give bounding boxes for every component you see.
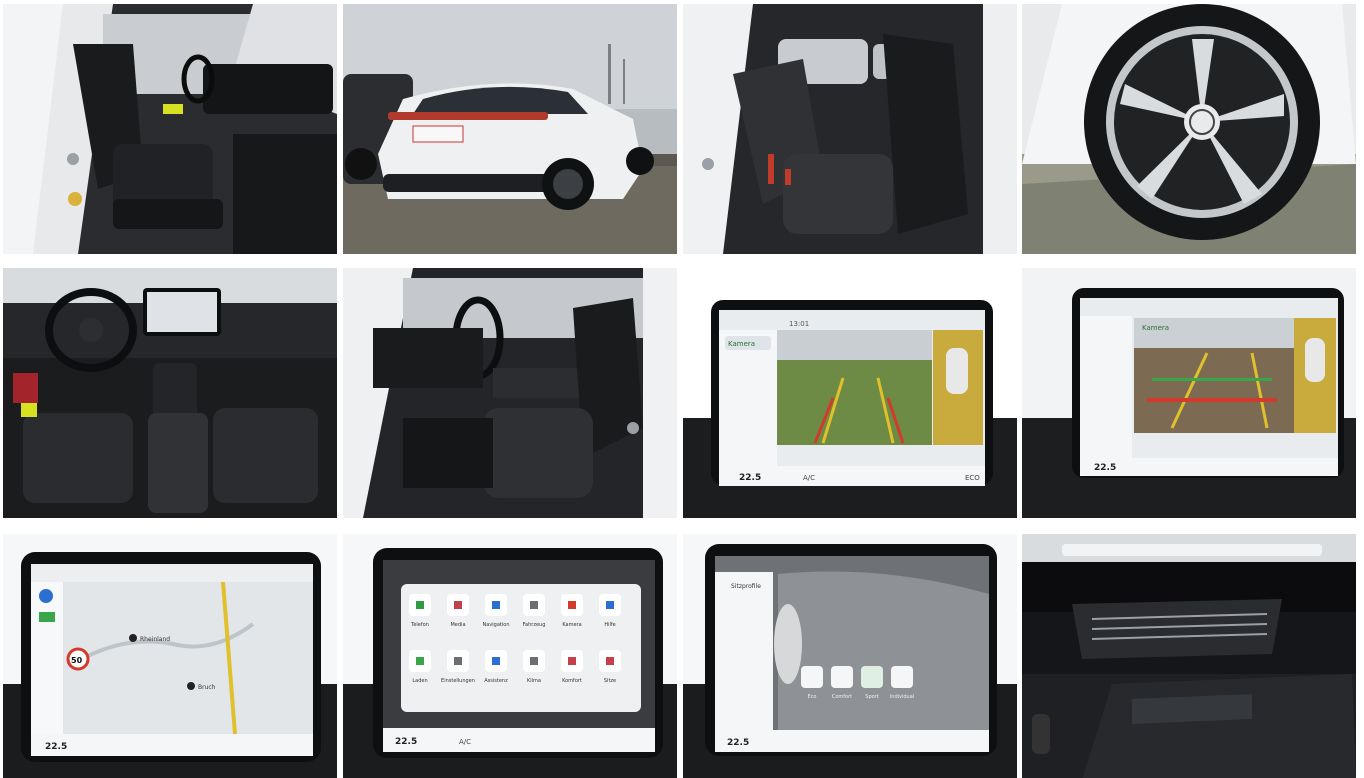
front-seat-image [3, 4, 337, 254]
rear-seats-image [683, 4, 1017, 254]
dashboard-image [3, 268, 337, 518]
app-glyph-icon [530, 657, 538, 665]
temp-readout-3: 22.5 [45, 742, 67, 752]
rear-exterior-image [343, 4, 677, 254]
map-place-1: Rheinland [140, 636, 170, 643]
camera-title: Kamera [728, 340, 755, 348]
app-tile-label: Kamera [562, 622, 581, 628]
app-tile-label: Klima [527, 678, 541, 684]
app-tile-label: Telefon [410, 622, 429, 628]
seat-settings-image: Sitzprofile Eco Comfort Sport Individual 22… [683, 534, 1017, 778]
app-menu-image: Telefon Media Navigation Fahrzeug Kamera Hilf… [343, 534, 677, 778]
app-glyph-icon [454, 601, 462, 609]
app-tile-label: Hilfe [604, 622, 615, 628]
photo-gallery: 22.5 A/C ECO 13:01 Kamera 22.5 Kamera 50… [0, 0, 1364, 778]
app-glyph-icon [568, 657, 576, 665]
temp-readout-4: 22.5 [395, 737, 417, 747]
seat-mode-button[interactable] [801, 666, 823, 688]
seat-mode-button[interactable] [861, 666, 883, 688]
clock-readout: 13:01 [789, 320, 809, 328]
app-glyph-icon [416, 657, 424, 665]
driver-seat-image [343, 268, 677, 518]
app-tile-label: Navigation [483, 622, 510, 628]
photo-rear-seats[interactable] [683, 4, 1017, 254]
app-glyph-icon [530, 601, 538, 609]
photo-front-seat-interior[interactable] [3, 4, 337, 254]
temp-readout: 22.5 [739, 473, 761, 483]
seat-mode-label: Individual [890, 694, 914, 700]
ac-label-4: A/C [459, 738, 471, 746]
ac-label: A/C [803, 474, 815, 482]
camera-screen-image: 22.5 A/C ECO 13:01 Kamera [683, 268, 1017, 518]
air-vent-image [1022, 534, 1356, 778]
app-tile-label: Media [450, 622, 465, 628]
seat-mode-label: Eco [808, 694, 817, 700]
app-tile-label: Laden [412, 678, 427, 684]
app-tile-label: Assistenz [484, 678, 508, 684]
app-glyph-icon [606, 601, 614, 609]
app-glyph-icon [416, 601, 424, 609]
temp-readout-5: 22.5 [727, 738, 749, 748]
seat-mode-label: Comfort [832, 694, 852, 700]
photo-app-menu[interactable]: Telefon Media Navigation Fahrzeug Kamera Hilf… [343, 532, 677, 778]
photo-dashboard-overview[interactable] [3, 268, 337, 518]
app-tile-label: Sitze [604, 678, 616, 684]
photo-alloy-wheel[interactable] [1022, 4, 1356, 254]
seat-title: Sitzprofile [731, 583, 761, 590]
app-glyph-icon [454, 657, 462, 665]
app-glyph-icon [568, 601, 576, 609]
seat-mode-label: Sport [865, 694, 878, 700]
photo-seat-settings[interactable]: Sitzprofile Eco Comfort Sport Individual 22… [683, 532, 1017, 778]
map-place-2: Bruch [198, 684, 216, 691]
camera-title-2: Kamera [1142, 324, 1169, 332]
camera-screen-2-image: 22.5 Kamera [1022, 268, 1356, 518]
photo-navigation-map[interactable]: 50 Rheinland Bruch 22.5 [3, 532, 337, 778]
alloy-wheel-image [1022, 4, 1356, 254]
seat-mode-button[interactable] [891, 666, 913, 688]
app-glyph-icon [492, 601, 500, 609]
app-glyph-icon [492, 657, 500, 665]
temp-readout-2: 22.5 [1094, 463, 1116, 473]
app-glyph-icon [606, 657, 614, 665]
photo-rear-exterior[interactable] [343, 4, 677, 254]
app-tile-label: Einstellungen [441, 678, 475, 684]
eco-label: ECO [965, 474, 980, 482]
navigation-image: 50 Rheinland Bruch 22.5 [3, 534, 337, 778]
photo-rear-camera-screen[interactable]: 22.5 A/C ECO 13:01 Kamera [683, 268, 1017, 518]
photo-driver-seat-side[interactable] [343, 268, 677, 518]
seat-mode-button[interactable] [831, 666, 853, 688]
photo-air-vent-console[interactable] [1022, 532, 1356, 778]
app-tile-label: Fahrzeug [523, 622, 546, 628]
speed-limit-sign: 50 [71, 656, 83, 665]
photo-camera-screen-2[interactable]: 22.5 Kamera [1022, 268, 1356, 518]
app-tile-label: Komfort [562, 678, 582, 684]
